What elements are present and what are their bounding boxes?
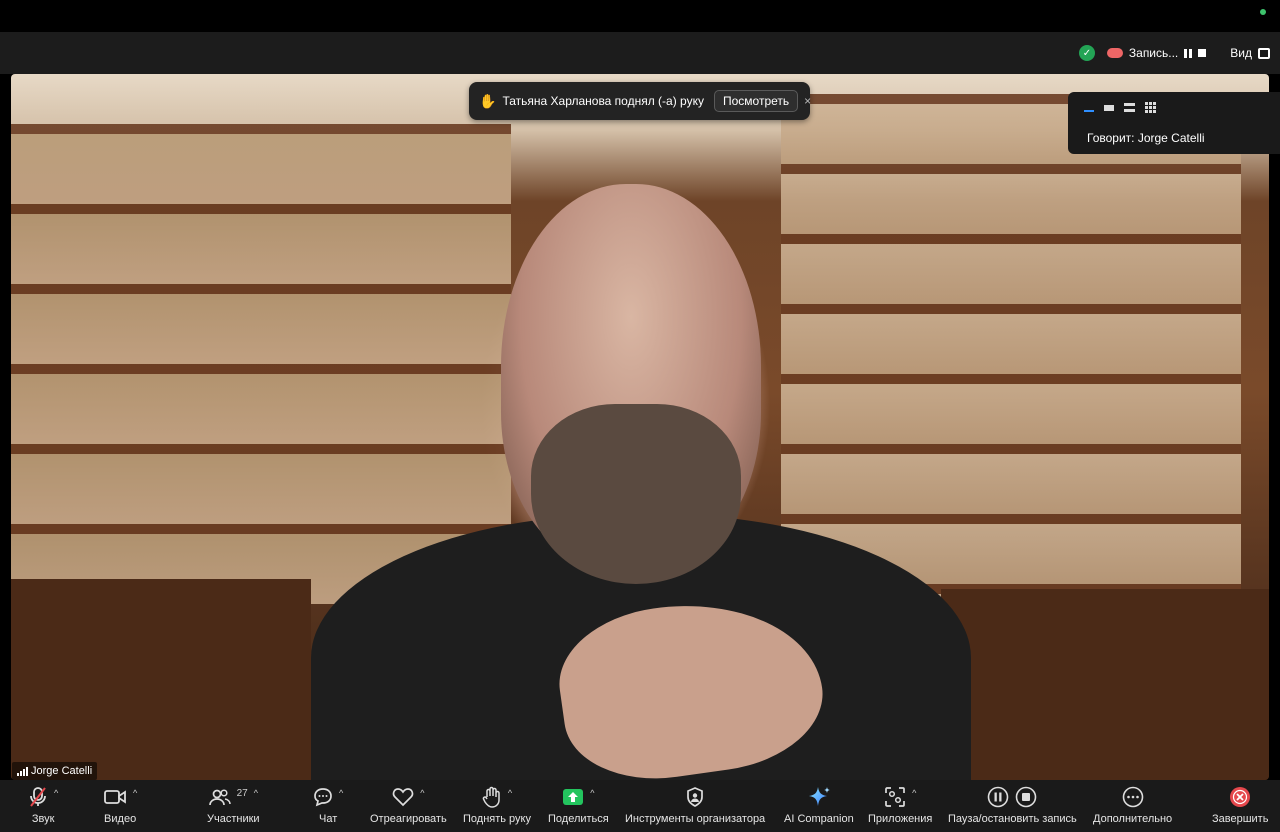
- notification-text: Татьяна Харланова поднял (-а) руку: [502, 94, 704, 108]
- video-options-chevron-icon[interactable]: ^: [133, 788, 137, 798]
- chat-button[interactable]: ^ Чат: [313, 784, 343, 830]
- connection-signal-icon: [17, 766, 28, 776]
- window-top-strip: [0, 0, 1280, 32]
- raised-hand-notification: ✋ Татьяна Харланова поднял (-а) руку Пос…: [469, 82, 811, 120]
- participants-options-chevron-icon[interactable]: ^: [254, 788, 258, 798]
- participants-icon: [208, 789, 231, 806]
- host-tools-shield-icon: [687, 787, 703, 807]
- meeting-toolbar: ^ Звук ^ Видео 27 ^ Участники ^ Чат ^ От…: [0, 780, 1280, 832]
- share-label: Поделиться: [548, 813, 609, 825]
- bookshelf-left: [11, 124, 511, 604]
- more-label: Дополнительно: [1093, 813, 1173, 825]
- apps-options-chevron-icon[interactable]: ^: [912, 788, 916, 798]
- view-grid-icon: [1258, 47, 1270, 59]
- heart-reaction-icon: [392, 788, 414, 807]
- more-options-icon: [1122, 786, 1143, 808]
- view-button[interactable]: Вид: [1230, 46, 1270, 60]
- view-label: Вид: [1230, 46, 1252, 60]
- host-tools-button[interactable]: Инструменты организатора: [625, 784, 765, 830]
- raised-hand-icon: ✋: [479, 92, 497, 109]
- raise-hand-icon: [482, 786, 500, 808]
- apps-label: Приложения: [868, 813, 933, 825]
- pause-stop-recording-label: Пауза/остановить запись: [948, 813, 1077, 825]
- pause-recording-icon[interactable]: [1184, 48, 1193, 58]
- active-speaker-video: [11, 74, 1269, 780]
- layout-switcher: [1084, 102, 1156, 113]
- chat-label: Чат: [318, 813, 338, 825]
- layout-speaker-icon[interactable]: [1124, 103, 1135, 112]
- video-camera-icon: [104, 790, 126, 804]
- react-label: Отреагировать: [370, 813, 447, 825]
- participant-name: Jorge Catelli: [31, 765, 93, 777]
- raise-hand-options-chevron-icon[interactable]: ^: [508, 788, 512, 798]
- more-button[interactable]: Дополнительно: [1093, 784, 1172, 830]
- stop-recording-icon[interactable]: [1198, 49, 1207, 57]
- ai-companion-button[interactable]: AI Companion: [784, 784, 854, 830]
- cabinet-left: [11, 579, 311, 780]
- recording-indicator[interactable]: Запись...: [1103, 46, 1210, 60]
- participants-button[interactable]: 27 ^ Участники: [207, 784, 260, 830]
- pause-recording-circle-icon[interactable]: [987, 786, 1009, 808]
- cabinet-right: [941, 589, 1269, 780]
- ai-companion-label: AI Companion: [784, 813, 854, 825]
- meeting-header: ✓ Запись... Вид: [0, 32, 1280, 74]
- react-button[interactable]: ^ Отреагировать: [370, 784, 447, 830]
- speaker-view-panel: Говорит: Jorge Catelli: [1068, 92, 1280, 154]
- bookshelf-right: [781, 94, 1241, 614]
- layout-strip-icon[interactable]: [1104, 104, 1114, 111]
- share-screen-button[interactable]: ^ Поделиться: [548, 784, 609, 830]
- end-meeting-button[interactable]: Завершить: [1212, 784, 1268, 830]
- audio-button[interactable]: ^ Звук: [28, 784, 58, 830]
- microphone-muted-icon: [30, 787, 46, 807]
- layout-minimized-icon[interactable]: [1084, 109, 1094, 112]
- video-label: Видео: [104, 813, 137, 825]
- speaker-beard: [531, 404, 741, 584]
- raise-hand-label: Поднять руку: [463, 813, 531, 825]
- end-label: Завершить: [1212, 813, 1269, 825]
- end-meeting-icon: [1230, 787, 1251, 807]
- react-options-chevron-icon[interactable]: ^: [420, 788, 424, 798]
- security-shield-icon[interactable]: ✓: [1078, 45, 1095, 61]
- layout-gallery-icon[interactable]: [1145, 102, 1156, 113]
- recording-label: Запись...: [1128, 46, 1179, 60]
- chat-options-chevron-icon[interactable]: ^: [339, 788, 343, 798]
- pause-stop-recording-button[interactable]: Пауза/остановить запись: [948, 784, 1077, 830]
- close-icon[interactable]: ×: [804, 94, 811, 108]
- participant-name-tag: Jorge Catelli: [12, 762, 98, 780]
- participants-label: Участники: [207, 813, 260, 825]
- chat-bubble-icon: [314, 788, 332, 807]
- ai-sparkle-icon: [808, 787, 830, 806]
- raise-hand-button[interactable]: ^ Поднять руку: [463, 784, 531, 830]
- stop-recording-circle-icon[interactable]: [1015, 786, 1037, 808]
- share-options-chevron-icon[interactable]: ^: [590, 788, 594, 798]
- apps-icon: [885, 787, 905, 807]
- audio-label: Звук: [31, 813, 55, 825]
- view-participant-button[interactable]: Посмотреть: [713, 90, 799, 112]
- speaking-indicator: Говорит: Jorge Catelli: [1087, 131, 1205, 145]
- video-button[interactable]: ^ Видео: [103, 784, 137, 830]
- apps-button[interactable]: ^ Приложения: [868, 784, 932, 830]
- share-screen-icon: [563, 789, 584, 805]
- cloud-recording-icon: [1106, 48, 1123, 58]
- audio-options-chevron-icon[interactable]: ^: [54, 788, 58, 798]
- camera-indicator-icon: [1260, 9, 1266, 15]
- host-tools-label: Инструменты организатора: [625, 813, 766, 825]
- participants-count: 27: [236, 787, 248, 799]
- header-controls: ✓ Запись... Вид: [1078, 42, 1270, 64]
